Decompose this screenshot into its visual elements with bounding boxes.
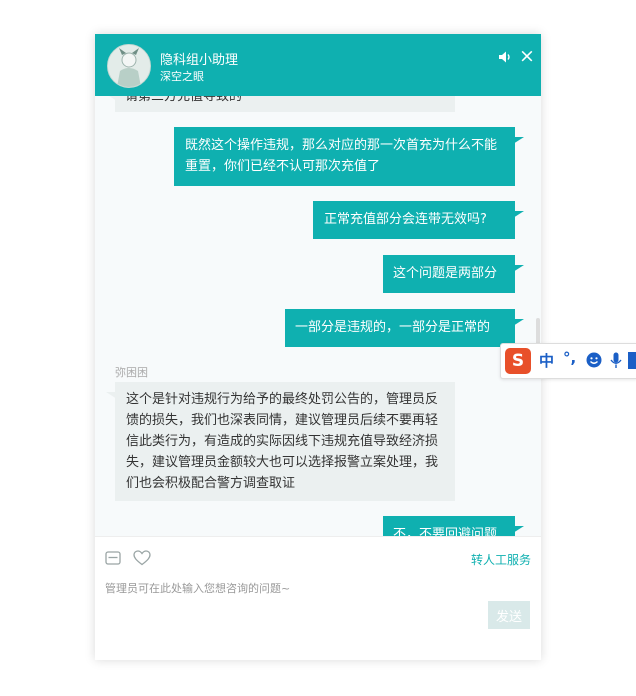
assistant-subtitle: 深空之眼 — [160, 70, 204, 83]
smile-icon[interactable] — [586, 352, 602, 368]
message-incoming: 这个是针对违规行为给予的最终处罚公告的，管理员反馈的损失，我们也深表同情，建议管… — [106, 382, 455, 501]
assistant-name: 隐科组小助理 — [160, 53, 239, 68]
microphone-icon[interactable] — [610, 352, 622, 369]
send-button[interactable]: 发送 — [488, 601, 530, 629]
message-text: 一部分是违规的，一部分是正常的 — [295, 320, 491, 335]
sender-name: 弥困困 — [115, 366, 148, 379]
message-text: 这个问题是两部分 — [393, 266, 498, 281]
message-text: 正常充值部分会连带无效吗? — [324, 212, 487, 227]
message-list[interactable]: 请第三方充值导致的 既然这个操作违规，那么对应的那一次首充为什么不能重置，你们已… — [95, 96, 541, 536]
email-icon[interactable] — [105, 551, 121, 565]
sogou-s-icon[interactable]: S — [505, 348, 531, 374]
message-text: 请第三方充值导致的 — [125, 96, 243, 104]
chat-window: 隐科组小助理 深空之眼 × 请第三方充值导致的 既然这个操作违规，那么对应的那一… — [95, 34, 541, 660]
message-input[interactable] — [105, 580, 475, 630]
speaker-icon[interactable] — [498, 50, 512, 64]
message-outgoing: 正常充值部分会连带无效吗? — [313, 201, 524, 239]
message-text: 这个是针对违规行为给予的最终处罚公告的，管理员反馈的损失，我们也深表同情，建议管… — [126, 392, 439, 491]
heart-icon[interactable] — [133, 550, 151, 566]
message-incoming: 请第三方充值导致的 — [106, 96, 455, 112]
assistant-avatar — [107, 44, 151, 88]
transfer-to-human-link[interactable]: 转人工服务 — [471, 551, 531, 568]
message-text: 不，不要回避问题 — [393, 527, 498, 536]
message-outgoing: 一部分是违规的，一部分是正常的 — [285, 309, 524, 347]
ime-more-icon[interactable] — [628, 352, 636, 369]
close-icon[interactable]: × — [518, 47, 536, 66]
message-outgoing: 这个问题是两部分 — [383, 255, 524, 293]
message-text: 既然这个操作违规，那么对应的那一次首充为什么不能重置，你们已经不认可那次充值了 — [185, 138, 498, 174]
chat-header: 隐科组小助理 深空之眼 × — [95, 34, 541, 96]
ime-mode-toggle[interactable]: 中 — [539, 350, 554, 371]
message-outgoing: 既然这个操作违规，那么对应的那一次首充为什么不能重置，你们已经不认可那次充值了 — [174, 127, 524, 186]
ime-toolbar: S 中 °, — [500, 343, 636, 379]
divider — [95, 536, 541, 537]
message-outgoing: 不，不要回避问题 — [383, 516, 524, 536]
ime-punctuation-toggle[interactable]: °, — [563, 349, 576, 367]
